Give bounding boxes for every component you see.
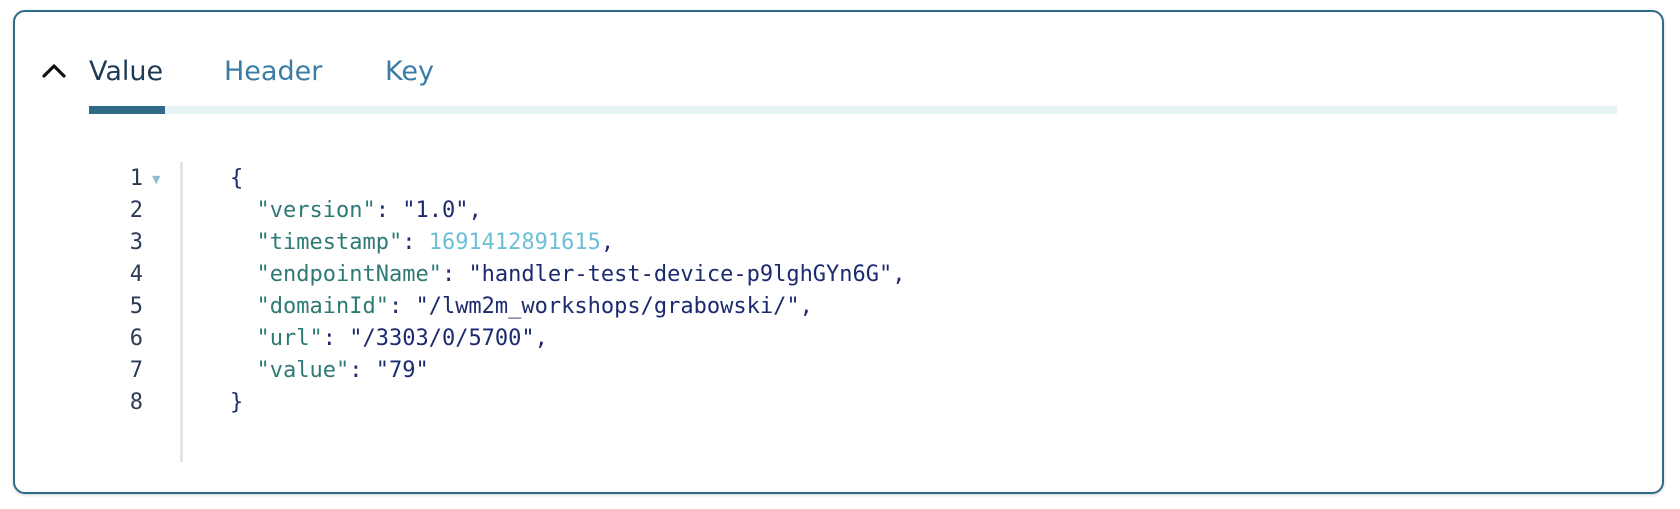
chevron-up-icon xyxy=(42,64,66,78)
line-number: 1 xyxy=(129,166,143,191)
json-key: "domainId" xyxy=(256,294,389,319)
fold-triangle-icon[interactable]: ▼ xyxy=(152,174,160,186)
line-number: 6 xyxy=(129,326,143,351)
json-comma: , xyxy=(468,198,482,223)
code-line: "url": "/3303/0/5700", xyxy=(256,326,548,351)
code-line: "value": "79" xyxy=(256,358,429,383)
json-key: "timestamp" xyxy=(256,230,403,255)
json-comma: , xyxy=(799,294,813,319)
json-value: "handler-test-device-p9lghGYn6G" xyxy=(468,262,893,287)
line-number-gutter: 1 2 3 4 5 6 7 8 ▼ xyxy=(85,162,183,462)
open-brace: { xyxy=(230,166,244,191)
line-number: 3 xyxy=(129,230,143,255)
code-line: "version": "1.0", xyxy=(256,198,482,223)
line-number: 8 xyxy=(129,390,143,415)
tab-key[interactable]: Key xyxy=(385,52,434,92)
json-value: "/lwm2m_workshops/grabowski/" xyxy=(415,294,800,319)
tab-value[interactable]: Value xyxy=(89,52,163,92)
json-value: "1.0" xyxy=(402,198,469,223)
json-key: "version" xyxy=(256,198,376,223)
code-line: "domainId": "/lwm2m_workshops/grabowski/… xyxy=(256,294,813,319)
json-key: "url" xyxy=(256,326,323,351)
message-panel: Value Header Key 1 2 3 4 5 6 7 8 ▼ { "ve… xyxy=(13,10,1664,494)
line-number: 5 xyxy=(129,294,143,319)
code-line: "endpointName": "handler-test-device-p9l… xyxy=(256,262,906,287)
line-number: 2 xyxy=(129,198,143,223)
json-comma: , xyxy=(600,230,615,255)
line-number: 7 xyxy=(129,358,143,383)
code-line: "timestamp": 1691412891615, xyxy=(256,230,615,255)
collapse-button[interactable] xyxy=(39,56,69,86)
line-number: 4 xyxy=(129,262,143,287)
json-value: "79" xyxy=(375,358,429,383)
active-tab-indicator xyxy=(89,106,165,114)
code-line: } xyxy=(230,386,243,420)
json-editor[interactable]: 1 2 3 4 5 6 7 8 ▼ { "version": "1.0", "t… xyxy=(85,162,1585,468)
tab-header[interactable]: Header xyxy=(224,52,322,92)
json-value: "/3303/0/5700" xyxy=(349,326,535,351)
tab-track xyxy=(89,106,1617,114)
json-value: 1691412891615 xyxy=(428,230,601,255)
code-line: { xyxy=(230,162,243,196)
json-comma: , xyxy=(892,262,906,287)
json-key: "value" xyxy=(256,358,350,383)
json-key: "endpointName" xyxy=(256,262,442,287)
json-comma: , xyxy=(534,326,548,351)
close-brace: } xyxy=(230,390,244,415)
